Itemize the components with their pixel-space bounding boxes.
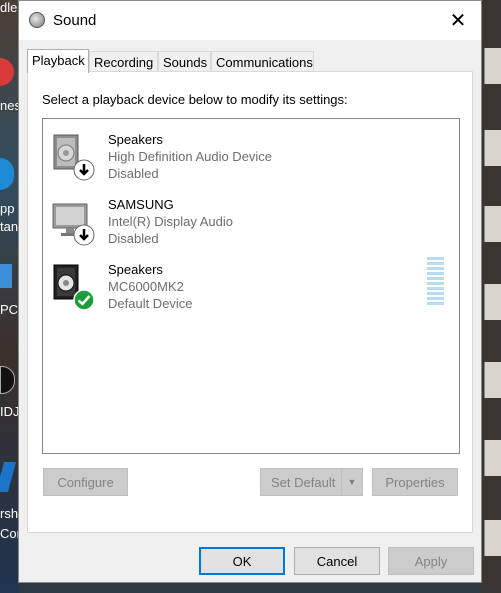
- desktop-icon-label[interactable]: IDJ: [0, 404, 20, 419]
- desktop-icon-label[interactable]: dle: [0, 0, 17, 15]
- device-driver: High Definition Audio Device: [108, 149, 273, 164]
- desktop-background-right: [481, 0, 501, 593]
- properties-button[interactable]: Properties: [372, 468, 458, 496]
- device-status: Disabled: [108, 231, 159, 246]
- device-status: Disabled: [108, 166, 159, 181]
- device-name: Speakers: [108, 262, 163, 277]
- desktop-icon-label[interactable]: PC: [0, 302, 18, 317]
- title-bar[interactable]: Sound ✕: [19, 1, 481, 40]
- sound-dialog: Sound ✕ Playback Recording Sounds Commun…: [18, 0, 482, 583]
- disabled-arrow-icon: [73, 159, 95, 181]
- device-status: Default Device: [108, 296, 193, 311]
- window-title: Sound: [53, 12, 97, 29]
- speaker-icon: [29, 12, 45, 28]
- tab-recording[interactable]: Recording: [89, 51, 158, 71]
- chevron-down-icon[interactable]: ▼: [341, 469, 362, 495]
- desktop-icon-label[interactable]: tan: [0, 219, 18, 234]
- apply-button[interactable]: Apply: [388, 547, 474, 575]
- list-item[interactable]: Speakers High Definition Audio Device Di…: [43, 121, 459, 183]
- device-name: SAMSUNG: [108, 197, 174, 212]
- desktop-app-icon[interactable]: [0, 158, 14, 190]
- default-check-icon: [73, 289, 95, 311]
- list-item[interactable]: Speakers MC6000MK2 Default Device: [43, 251, 459, 313]
- this-pc-icon[interactable]: [0, 264, 12, 288]
- device-list[interactable]: Speakers High Definition Audio Device Di…: [42, 118, 460, 454]
- desktop-app-icon[interactable]: [0, 366, 15, 394]
- tab-communications[interactable]: Communications: [211, 51, 314, 71]
- volume-level-meter: [427, 257, 444, 307]
- cancel-button[interactable]: Cancel: [294, 547, 380, 575]
- disabled-arrow-icon: [73, 224, 95, 246]
- tab-playback[interactable]: Playback: [27, 49, 89, 73]
- list-item[interactable]: SAMSUNG Intel(R) Display Audio Disabled: [43, 186, 459, 248]
- device-name: Speakers: [108, 132, 163, 147]
- tab-sounds[interactable]: Sounds: [158, 51, 211, 71]
- desktop-icon-label[interactable]: rsh: [0, 506, 18, 521]
- desktop-icon-label[interactable]: pp: [0, 201, 14, 216]
- set-default-label: Set Default: [271, 474, 336, 490]
- desktop-app-icon[interactable]: [0, 58, 14, 86]
- close-button[interactable]: ✕: [435, 1, 481, 40]
- device-driver: Intel(R) Display Audio: [108, 214, 233, 229]
- close-icon: ✕: [449, 10, 467, 32]
- desktop-background-left: dle nes pp tan PC IDJ rsh Cor: [0, 0, 21, 593]
- ok-button[interactable]: OK: [199, 547, 285, 575]
- set-default-button[interactable]: Set Default ▼: [260, 468, 363, 496]
- configure-button[interactable]: Configure: [43, 468, 128, 496]
- playback-panel: Select a playback device below to modify…: [27, 71, 473, 533]
- desktop-app-icon[interactable]: [0, 462, 17, 492]
- instruction-text: Select a playback device below to modify…: [42, 92, 348, 107]
- device-driver: MC6000MK2: [108, 279, 184, 294]
